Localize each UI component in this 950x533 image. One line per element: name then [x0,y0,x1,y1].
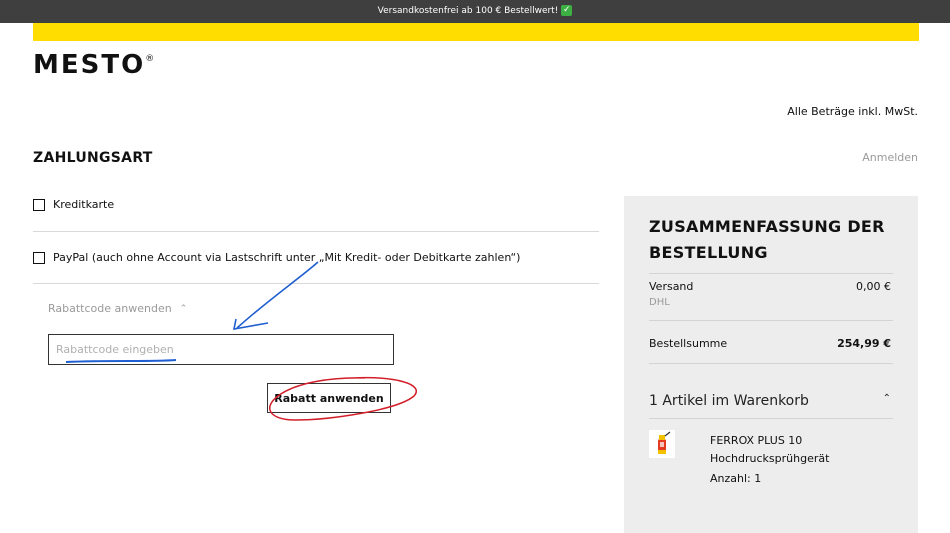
annotation-arrowhead [232,318,269,330]
annotation-arrow [236,261,319,329]
annotation-overlay [65,261,417,421]
annotation-underline [65,359,177,363]
annotation-circle [269,376,417,421]
